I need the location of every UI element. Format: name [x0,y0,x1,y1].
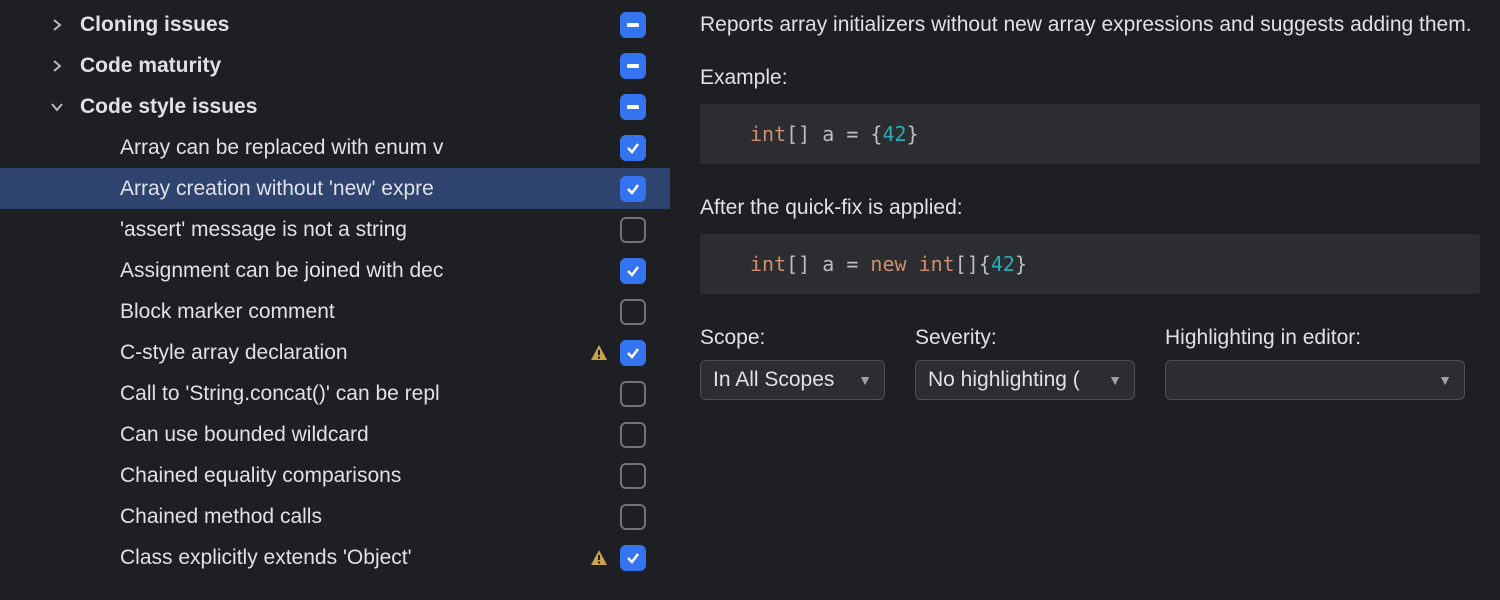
chevron-right-icon [48,19,66,31]
warning-icon [586,343,612,363]
tree-item[interactable]: Can use bounded wildcard [0,414,670,455]
severity-label: Severity: [915,326,1135,350]
tree-item[interactable]: Chained equality comparisons [0,455,670,496]
checkbox-unchecked[interactable] [620,299,646,325]
checkbox-indeterminate[interactable] [620,94,646,120]
checkbox-unchecked[interactable] [620,504,646,530]
inspection-detail: Reports array initializers without new a… [670,0,1500,600]
checkbox-checked[interactable] [620,176,646,202]
checkbox-indeterminate[interactable] [620,12,646,38]
tree-item[interactable]: Array can be replaced with enum v [0,127,670,168]
tree-item-label: Can use bounded wildcard [120,423,612,447]
tree-item-label: Block marker comment [120,300,612,324]
tree-item-label: C-style array declaration [120,341,586,365]
tree-category-label: Code maturity [80,54,612,78]
checkbox-indeterminate[interactable] [620,53,646,79]
tree-item-label: 'assert' message is not a string [120,218,612,242]
tree-item[interactable]: Block marker comment [0,291,670,332]
highlighting-label: Highlighting in editor: [1165,326,1465,350]
checkbox-checked[interactable] [620,258,646,284]
tree-item-label: Call to 'String.concat()' can be repl [120,382,612,406]
tree-item[interactable]: 'assert' message is not a string [0,209,670,250]
inspections-tree: Cloning issues Code maturity Code style … [0,0,670,600]
after-code-block: int[] a = new int[]{42} [700,234,1480,294]
tree-item-selected[interactable]: Array creation without 'new' expre [0,168,670,209]
checkbox-unchecked[interactable] [620,381,646,407]
checkbox-checked[interactable] [620,545,646,571]
scope-label: Scope: [700,326,885,350]
tree-item-label: Class explicitly extends 'Object' [120,546,586,570]
tree-category-cloning-issues[interactable]: Cloning issues [0,4,670,45]
tree-item-label: Assignment can be joined with dec [120,259,612,283]
example-label: Example: [700,66,1480,90]
tree-category-label: Code style issues [80,95,612,119]
checkbox-unchecked[interactable] [620,463,646,489]
tree-item[interactable]: Chained method calls [0,496,670,537]
chevron-down-icon: ▼ [1108,372,1122,388]
chevron-down-icon: ▼ [1438,372,1452,388]
severity-dropdown[interactable]: No highlighting ( ▼ [915,360,1135,400]
tree-category-label: Cloning issues [80,13,612,37]
highlighting-dropdown[interactable]: ▼ [1165,360,1465,400]
checkbox-checked[interactable] [620,340,646,366]
after-fix-label: After the quick-fix is applied: [700,196,1480,220]
chevron-right-icon [48,60,66,72]
tree-item[interactable]: Class explicitly extends 'Object' [0,537,670,578]
chevron-down-icon [48,101,66,113]
checkbox-unchecked[interactable] [620,217,646,243]
inspection-controls: Scope: In All Scopes ▼ Severity: No high… [700,326,1480,400]
scope-dropdown[interactable]: In All Scopes ▼ [700,360,885,400]
tree-category-code-maturity[interactable]: Code maturity [0,45,670,86]
warning-icon [586,548,612,568]
tree-item-label: Array creation without 'new' expre [120,177,612,201]
chevron-down-icon: ▼ [858,372,872,388]
example-code-block: int[] a = {42} [700,104,1480,164]
tree-item-label: Chained equality comparisons [120,464,612,488]
tree-category-code-style-issues[interactable]: Code style issues [0,86,670,127]
inspection-description: Reports array initializers without new a… [700,10,1480,40]
tree-item[interactable]: Call to 'String.concat()' can be repl [0,373,670,414]
tree-item[interactable]: Assignment can be joined with dec [0,250,670,291]
tree-item-label: Chained method calls [120,505,612,529]
tree-item[interactable]: C-style array declaration [0,332,670,373]
tree-item-label: Array can be replaced with enum v [120,136,612,160]
checkbox-unchecked[interactable] [620,422,646,448]
checkbox-checked[interactable] [620,135,646,161]
